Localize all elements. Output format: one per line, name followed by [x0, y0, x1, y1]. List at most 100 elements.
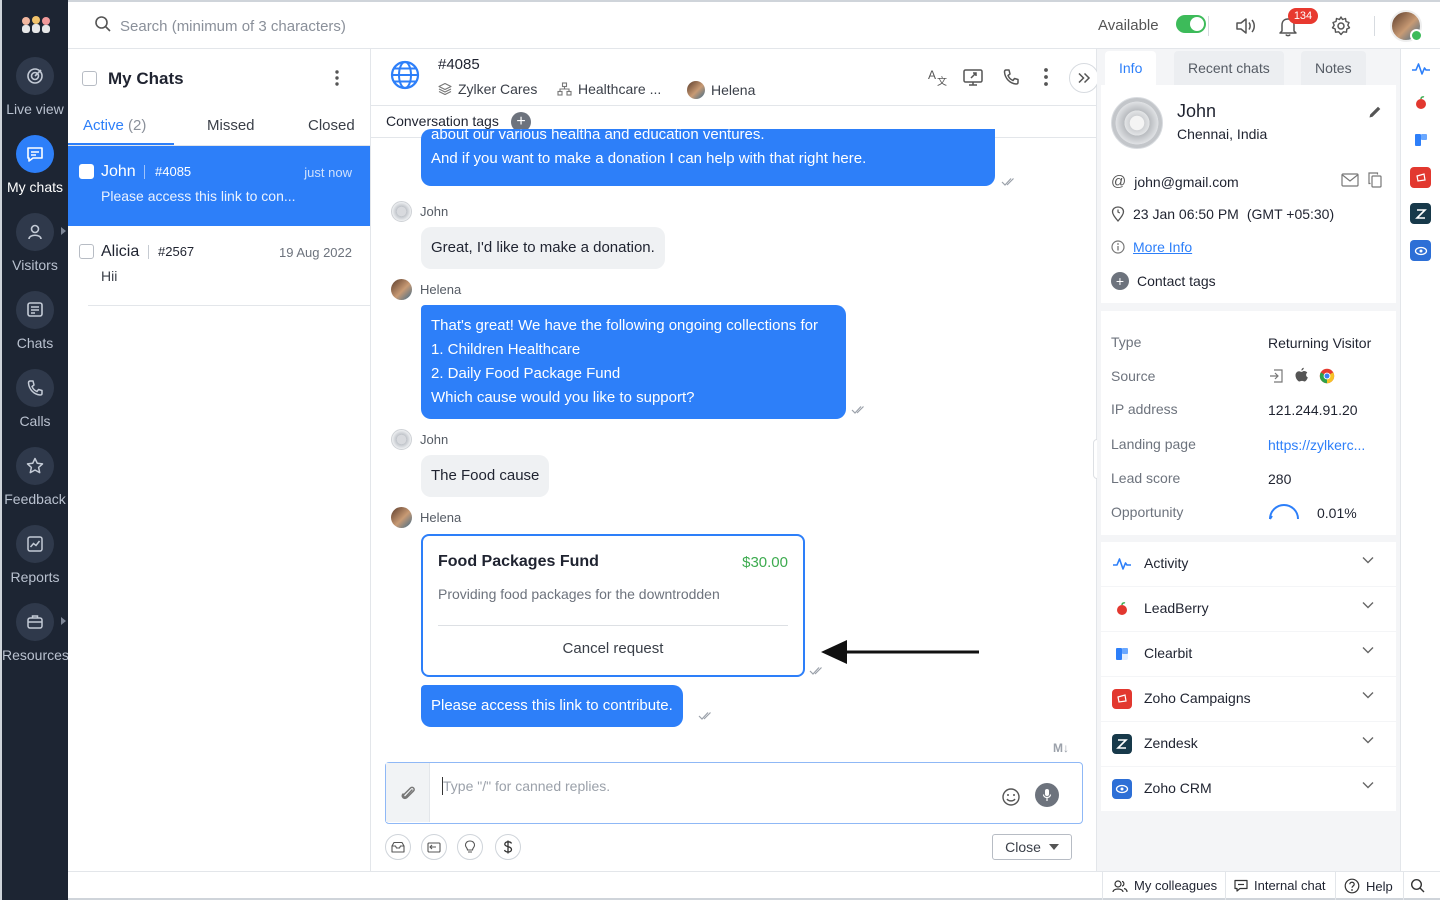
- zendesk-icon: [1112, 734, 1132, 754]
- briefcase-icon: [16, 603, 54, 641]
- zendesk-icon[interactable]: [1410, 203, 1431, 224]
- nav-resources[interactable]: Resources: [2, 603, 69, 681]
- zoho-crm-icon[interactable]: [1410, 240, 1431, 261]
- integration-zoho-campaigns[interactable]: Zoho Campaigns: [1101, 677, 1396, 721]
- canned-response-button[interactable]: [421, 834, 447, 860]
- nav-my-chats[interactable]: My chats: [2, 135, 68, 213]
- sender-name: John: [420, 432, 449, 447]
- agent-message: Please access this link to contribute.: [421, 685, 683, 727]
- integration-name: Zoho CRM: [1144, 780, 1212, 796]
- my-colleagues-button[interactable]: My colleagues: [1112, 878, 1217, 893]
- payment-button[interactable]: [495, 834, 521, 860]
- tab-closed[interactable]: Closed: [308, 117, 355, 134]
- close-chat-button[interactable]: Close: [992, 834, 1072, 860]
- microphone-button[interactable]: [1035, 783, 1059, 807]
- chat-list-item[interactable]: Alicia #2567 19 Aug 2022 Hii: [68, 226, 370, 306]
- integration-zoho-crm[interactable]: Zoho CRM: [1101, 767, 1396, 811]
- translate-icon[interactable]: A文: [927, 67, 947, 87]
- tab-info[interactable]: Info: [1105, 51, 1157, 85]
- chat-time: just now: [304, 165, 352, 180]
- message-line: about our various healtha and education …: [431, 129, 765, 143]
- notification-badge: 134: [1288, 8, 1318, 24]
- svg-text:A: A: [928, 68, 936, 82]
- chat-checkbox[interactable]: [79, 244, 94, 259]
- expand-caret-icon[interactable]: [61, 617, 66, 625]
- emoji-icon[interactable]: [1001, 787, 1021, 807]
- tab-active[interactable]: Active (2): [83, 117, 146, 134]
- mail-tool-button[interactable]: [385, 834, 411, 860]
- nav-chats[interactable]: Chats: [2, 291, 68, 369]
- visitor-avatar: [391, 201, 412, 222]
- internal-chat-button[interactable]: Internal chat: [1234, 878, 1326, 893]
- activity-icon[interactable]: [1410, 58, 1431, 79]
- sound-icon[interactable]: [1234, 15, 1258, 37]
- chat-list-item[interactable]: John #4085 just now Please access this l…: [68, 146, 370, 226]
- footer-search-icon[interactable]: [1410, 878, 1426, 894]
- chat-last-message: Hii: [101, 268, 118, 284]
- collapse-panel-button[interactable]: [1069, 63, 1099, 93]
- integration-activity[interactable]: Activity: [1101, 542, 1396, 586]
- expand-caret-icon[interactable]: [61, 227, 66, 235]
- phone-icon[interactable]: [1001, 67, 1021, 87]
- integration-zendesk[interactable]: Zendesk: [1101, 722, 1396, 766]
- nav-visitors[interactable]: Visitors: [2, 213, 68, 291]
- gear-icon[interactable]: [1330, 15, 1352, 37]
- zoho-campaigns-icon[interactable]: [1410, 167, 1431, 188]
- more-options-icon[interactable]: [334, 69, 340, 87]
- visitor-avatar: [1111, 97, 1163, 149]
- divider: [1102, 872, 1103, 900]
- select-all-checkbox[interactable]: [82, 71, 97, 86]
- tab-recent-chats[interactable]: Recent chats: [1174, 51, 1284, 85]
- landing-page-link[interactable]: https://zylkerc...: [1268, 437, 1365, 453]
- attachment-icon[interactable]: [386, 763, 430, 822]
- app-logo[interactable]: [16, 12, 56, 36]
- contact-tags-label: Contact tags: [1137, 273, 1216, 289]
- message-input[interactable]: [443, 776, 983, 796]
- integration-clearbit[interactable]: Clearbit: [1101, 632, 1396, 676]
- opportunity-value: 0.01%: [1317, 505, 1357, 521]
- leadberry-icon: [1112, 599, 1132, 619]
- visitor-email: john@gmail.com: [1134, 173, 1239, 190]
- my-colleagues-label: My colleagues: [1134, 878, 1218, 893]
- visitor-type: Returning Visitor: [1268, 335, 1372, 351]
- tab-missed[interactable]: Missed: [207, 117, 255, 134]
- info-icon: [1111, 240, 1125, 254]
- integration-name: Zoho Campaigns: [1144, 690, 1251, 706]
- copy-icon[interactable]: [1368, 172, 1382, 188]
- integration-leadberry[interactable]: LeadBerry: [1101, 587, 1396, 631]
- user-avatar[interactable]: [1390, 10, 1423, 42]
- detail-key: Landing page: [1111, 436, 1196, 452]
- activity-icon: [1112, 554, 1132, 574]
- screen-share-icon[interactable]: [962, 67, 984, 87]
- sender-name: Helena: [420, 282, 462, 297]
- nav-label: Live view: [6, 101, 64, 117]
- mail-icon[interactable]: [1341, 173, 1359, 187]
- suggestions-button[interactable]: [457, 834, 483, 860]
- reply-box-icon: [427, 841, 441, 853]
- leadberry-icon[interactable]: [1410, 92, 1431, 113]
- nav-reports[interactable]: Reports: [2, 525, 68, 603]
- more-options-icon[interactable]: [1043, 67, 1049, 87]
- nav-calls[interactable]: Calls: [2, 369, 68, 447]
- add-contact-tag-button[interactable]: +: [1111, 272, 1129, 290]
- nav-feedback[interactable]: Feedback: [2, 447, 68, 525]
- edit-pencil-icon[interactable]: [1367, 104, 1383, 120]
- availability-toggle[interactable]: [1176, 15, 1206, 33]
- clearbit-icon[interactable]: [1410, 129, 1431, 150]
- tab-notes[interactable]: Notes: [1301, 51, 1366, 85]
- divider: [148, 245, 149, 259]
- more-info-row: More Info: [1111, 239, 1192, 255]
- chat-checkbox[interactable]: [79, 164, 94, 179]
- source-icons: [1268, 367, 1335, 384]
- search-input[interactable]: [120, 14, 540, 38]
- more-info-link[interactable]: More Info: [1133, 239, 1192, 255]
- nav-live-view[interactable]: Live view: [2, 57, 68, 135]
- agent-name: Helena: [711, 82, 756, 98]
- help-button[interactable]: Help: [1344, 878, 1393, 894]
- nav-label: Reports: [10, 569, 60, 585]
- conversation-id: #4085: [438, 56, 480, 73]
- markdown-icon[interactable]: M↓: [1053, 741, 1069, 755]
- double-check-icon: [698, 711, 714, 720]
- cancel-request-button[interactable]: Cancel request: [423, 640, 803, 657]
- integration-name: Activity: [1144, 555, 1189, 571]
